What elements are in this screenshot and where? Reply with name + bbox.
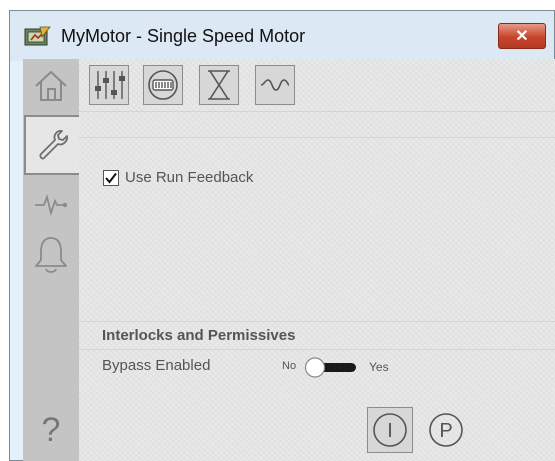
divider: [79, 137, 555, 138]
divider: [79, 349, 555, 350]
permissive-letter: P: [439, 420, 452, 442]
divider: [79, 111, 555, 112]
bell-icon: [35, 237, 67, 273]
faceplate-window: MyMotor - Single Speed Motor ✕ ? Use Run…: [9, 10, 555, 461]
gauge-icon: [148, 70, 178, 100]
window-title: MyMotor - Single Speed Motor: [61, 26, 306, 46]
interlock-button[interactable]: I: [367, 407, 413, 453]
sidebar-item-maintenance[interactable]: [24, 115, 82, 175]
wave-icon: [260, 79, 290, 91]
help-icon[interactable]: ?: [31, 411, 71, 450]
bypass-toggle[interactable]: [302, 355, 360, 379]
interlock-letter: I: [387, 420, 393, 442]
sidebar-item-alarms[interactable]: [29, 231, 73, 277]
timers-button[interactable]: [199, 65, 239, 105]
bypass-enabled-label: Bypass Enabled: [102, 357, 211, 374]
home-icon: [35, 70, 67, 101]
sliders-icon: [95, 71, 125, 99]
permissive-icon: P: [429, 413, 463, 447]
checkmark-icon: [105, 172, 117, 184]
signals-button[interactable]: [255, 65, 295, 105]
bypass-yes-label: Yes: [369, 360, 389, 374]
use-run-feedback-checkbox[interactable]: [103, 169, 119, 186]
use-run-feedback-row[interactable]: Use Run Feedback: [103, 169, 253, 186]
app-icon: [24, 25, 52, 47]
bypass-no-label: No: [282, 360, 297, 372]
hourglass-icon: [208, 70, 230, 100]
runtime-button[interactable]: [143, 65, 183, 105]
pulse-icon: [35, 193, 68, 217]
permissive-button[interactable]: P: [423, 407, 469, 453]
title-bar[interactable]: MyMotor - Single Speed Motor ✕: [10, 11, 554, 61]
close-button[interactable]: ✕: [498, 23, 546, 49]
configuration-button[interactable]: [89, 65, 129, 105]
interlocks-section-title: Interlocks and Permissives: [102, 327, 296, 344]
sidebar-item-trends[interactable]: [29, 181, 73, 227]
use-run-feedback-label: Use Run Feedback: [125, 169, 254, 186]
toggle-switch-icon: [304, 357, 356, 378]
sidebar: ?: [23, 59, 82, 461]
faceplate-client: ? Use Run Feedback Interlocks and Permis…: [23, 59, 555, 461]
interlock-icon: I: [373, 413, 407, 447]
maintenance-panel: Use Run Feedback Interlocks and Permissi…: [79, 59, 555, 461]
sidebar-item-home[interactable]: [29, 63, 73, 109]
wrench-icon: [39, 129, 69, 160]
divider: [79, 321, 555, 322]
close-icon: ✕: [515, 28, 529, 45]
